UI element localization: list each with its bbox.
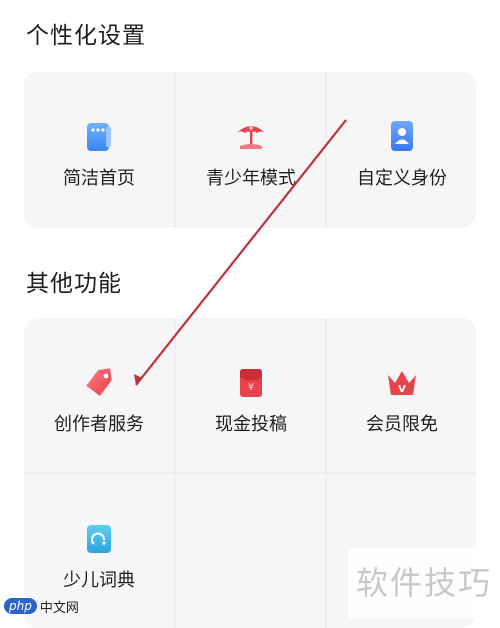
- member-free-label: 会员限免: [366, 414, 438, 435]
- php-logo-badge: php: [4, 598, 37, 614]
- identity-card-icon: [391, 121, 413, 151]
- umbrella-icon: ¥: [237, 124, 265, 149]
- svg-text:¥: ¥: [248, 124, 253, 133]
- svg-text:V: V: [398, 384, 406, 395]
- member-free-item[interactable]: V 会员限免: [327, 318, 476, 472]
- simple-home-label: 简洁首页: [63, 168, 135, 189]
- cash-submission-label: 现金投稿: [215, 414, 287, 435]
- red-envelope-icon: ¥: [240, 369, 262, 397]
- tag-icon: [86, 368, 112, 397]
- section-title-other: 其他功能: [26, 271, 122, 297]
- simple-home-item[interactable]: 简洁首页: [24, 72, 174, 228]
- creator-service-label: 创作者服务: [54, 414, 144, 435]
- svg-text:¥: ¥: [248, 382, 254, 393]
- crown-icon: V: [388, 371, 416, 395]
- creator-service-item[interactable]: 创作者服务: [24, 318, 174, 472]
- dictionary-icon: [87, 525, 111, 553]
- kids-dictionary-label: 少儿词典: [63, 570, 135, 591]
- youth-mode-item[interactable]: ¥ 青少年模式: [176, 72, 326, 228]
- custom-identity-label: 自定义身份: [357, 168, 447, 189]
- section-title-personalization: 个性化设置: [26, 23, 146, 49]
- cash-submission-item[interactable]: ¥ 现金投稿: [176, 318, 326, 472]
- custom-identity-item[interactable]: 自定义身份: [327, 72, 476, 228]
- simple-home-icon: [87, 123, 111, 151]
- youth-mode-label: 青少年模式: [206, 168, 296, 189]
- personalization-card: 简洁首页 ¥ 青少年模式 自定义身份: [24, 72, 476, 228]
- watermark-text: 软件技巧: [356, 564, 493, 602]
- php-logo: php 中文网: [4, 596, 79, 616]
- php-logo-text: 中文网: [39, 600, 79, 616]
